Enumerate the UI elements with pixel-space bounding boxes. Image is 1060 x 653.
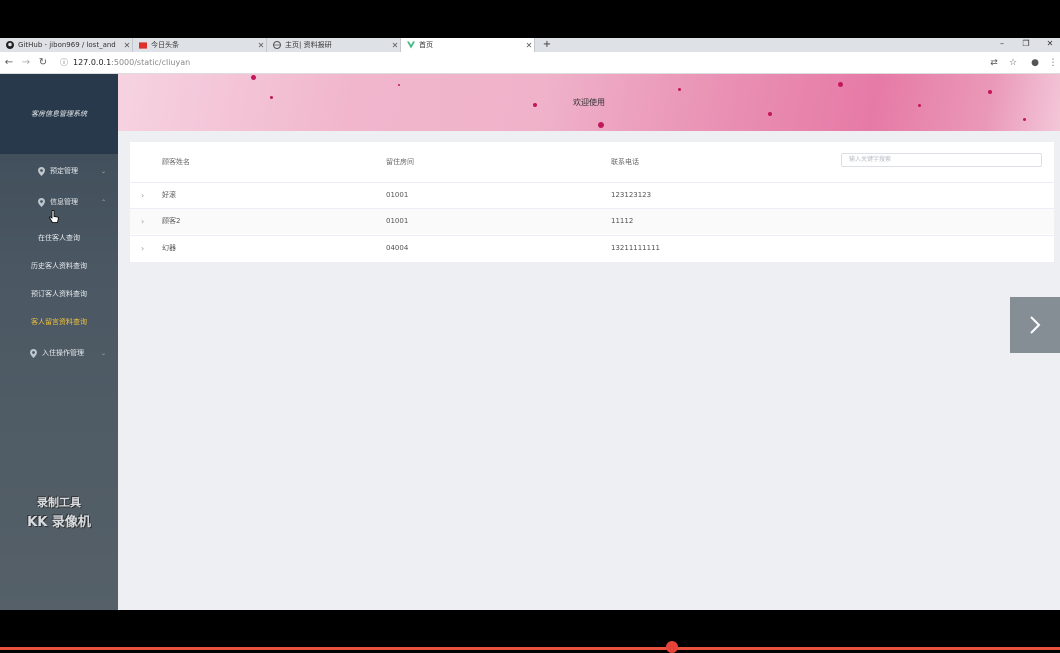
cell-phone: 123123123 <box>611 191 652 199</box>
cell-name: 顾客2 <box>162 217 181 225</box>
welcome-banner: 欢迎使用 <box>118 74 1060 131</box>
chevron-right-icon <box>1030 316 1041 334</box>
menu-checkin-operations[interactable]: 入住操作管理 ⌄ <box>0 343 118 363</box>
chevron-down-icon: ⌄ <box>100 349 106 357</box>
address-bar: ← → ↻ ⓘ 127.0.0.1:5000/static/cliuyan ⇄ … <box>0 52 1060 74</box>
submenu-history-guests[interactable]: 历史客人资料查询 <box>0 256 118 276</box>
cell-room: 01001 <box>386 217 409 225</box>
minimize-icon[interactable]: – <box>990 38 1014 52</box>
watermark-line1: 录制工具 <box>37 496 81 509</box>
more-icon[interactable]: ⋮ <box>1046 56 1060 70</box>
vue-icon <box>407 41 415 49</box>
globe-icon <box>273 41 281 49</box>
close-icon[interactable]: ✕ <box>390 41 400 50</box>
tab-label: 首页 <box>419 41 433 49</box>
browser-tab-homepage[interactable]: 主页| 资料报研 ✕ <box>267 38 401 52</box>
submenu-current-guests[interactable]: 在住客人查询 <box>0 228 118 248</box>
browser-tab-strip: GitHub - jibon969 / lost_and ✕ 今日头条 ✕ 主页… <box>0 38 1060 52</box>
table-row[interactable]: › 顾客2 01001 11112 <box>130 208 1054 234</box>
cell-room: 04004 <box>386 244 409 252</box>
tab-label: 主页| 资料报研 <box>285 41 332 49</box>
expand-arrow-icon[interactable]: › <box>141 236 144 262</box>
chevron-up-icon: ⌃ <box>100 198 106 206</box>
close-icon[interactable]: ✕ <box>122 41 132 50</box>
app-viewport: 客房信息管理系统 预定管理 ⌄ 信息管理 ⌃ 在住客人查询 历史客人资料查询 预… <box>0 74 1060 610</box>
close-icon[interactable]: ✕ <box>524 41 534 50</box>
forward-arrow-icon[interactable]: → <box>19 56 33 70</box>
account-icon[interactable]: ● <box>1028 56 1042 70</box>
cell-room: 01001 <box>386 191 409 199</box>
menu-reservation[interactable]: 预定管理 ⌄ <box>0 161 118 181</box>
next-slide-button[interactable] <box>1010 297 1060 353</box>
github-icon <box>6 41 14 49</box>
info-icon: ⓘ <box>60 58 68 67</box>
search-input[interactable]: 输入关键字搜索 <box>841 153 1042 167</box>
restore-icon[interactable]: ❐ <box>1014 38 1038 52</box>
reload-icon[interactable]: ↻ <box>36 56 50 70</box>
submenu-reserved-guests[interactable]: 预订客人资料查询 <box>0 284 118 304</box>
close-icon[interactable]: ✕ <box>256 41 266 50</box>
window-close-icon[interactable]: ✕ <box>1038 38 1060 52</box>
guest-message-table: 顾客姓名 留住房间 联系电话 输入关键字搜索 › 好滚 01001 123123… <box>130 142 1054 262</box>
cell-phone: 13211111111 <box>611 244 660 252</box>
url-host: 127.0.0.1 <box>73 58 112 67</box>
table-row[interactable]: › 好滚 01001 123123123 <box>130 182 1054 208</box>
watermark-line2: KK 录像机 <box>27 515 91 530</box>
location-pin-icon <box>36 197 46 207</box>
video-progress-handle[interactable] <box>666 641 678 653</box>
menu-label: 入住操作管理 <box>42 349 84 357</box>
tab-label: 今日头条 <box>151 41 179 49</box>
cell-phone: 11112 <box>611 217 634 225</box>
menu-label: 预定管理 <box>50 167 78 175</box>
expand-arrow-icon[interactable]: › <box>141 209 144 235</box>
browser-tab-github[interactable]: GitHub - jibon969 / lost_and ✕ <box>0 38 133 52</box>
hand-cursor-icon <box>49 209 59 223</box>
banner-title: 欢迎使用 <box>573 98 605 107</box>
browser-tab-home-active[interactable]: 首页 ✕ <box>401 38 535 52</box>
new-tab-button[interactable]: + <box>541 38 553 52</box>
recorder-watermark: 录制工具 KK 录像机 <box>0 494 118 530</box>
browser-tab-toutiao[interactable]: 今日头条 ✕ <box>133 38 267 52</box>
back-arrow-icon[interactable]: ← <box>2 56 16 70</box>
column-header-name: 顾客姓名 <box>162 158 190 166</box>
star-icon[interactable]: ☆ <box>1006 56 1020 70</box>
menu-label: 信息管理 <box>50 198 78 206</box>
letterbox-top <box>0 0 1060 38</box>
sidebar: 客房信息管理系统 预定管理 ⌄ 信息管理 ⌃ 在住客人查询 历史客人资料查询 预… <box>0 74 118 610</box>
letterbox-bottom <box>0 610 1060 653</box>
location-pin-icon <box>36 166 46 176</box>
table-row[interactable]: › 幻器 04004 13211111111 <box>130 235 1054 261</box>
url-field[interactable]: ⓘ 127.0.0.1:5000/static/cliuyan <box>60 56 190 70</box>
submenu-guest-messages[interactable]: 客人留言资料查询 <box>0 312 118 332</box>
toutiao-icon <box>139 41 147 49</box>
sidebar-header: 客房信息管理系统 <box>0 74 118 154</box>
menu-info[interactable]: 信息管理 ⌃ <box>0 192 118 212</box>
column-header-room: 留住房间 <box>386 158 414 166</box>
location-pin-icon <box>28 348 38 358</box>
tab-label: GitHub - jibon969 / lost_and <box>18 41 116 49</box>
cell-name: 幻器 <box>162 244 176 252</box>
translate-icon[interactable]: ⇄ <box>987 56 1001 70</box>
chevron-down-icon: ⌄ <box>100 167 106 175</box>
url-path: :5000/static/cliuyan <box>111 58 191 67</box>
column-header-phone: 联系电话 <box>611 158 639 166</box>
expand-arrow-icon[interactable]: › <box>141 183 144 209</box>
system-title: 客房信息管理系统 <box>31 110 87 118</box>
cell-name: 好滚 <box>162 191 176 199</box>
